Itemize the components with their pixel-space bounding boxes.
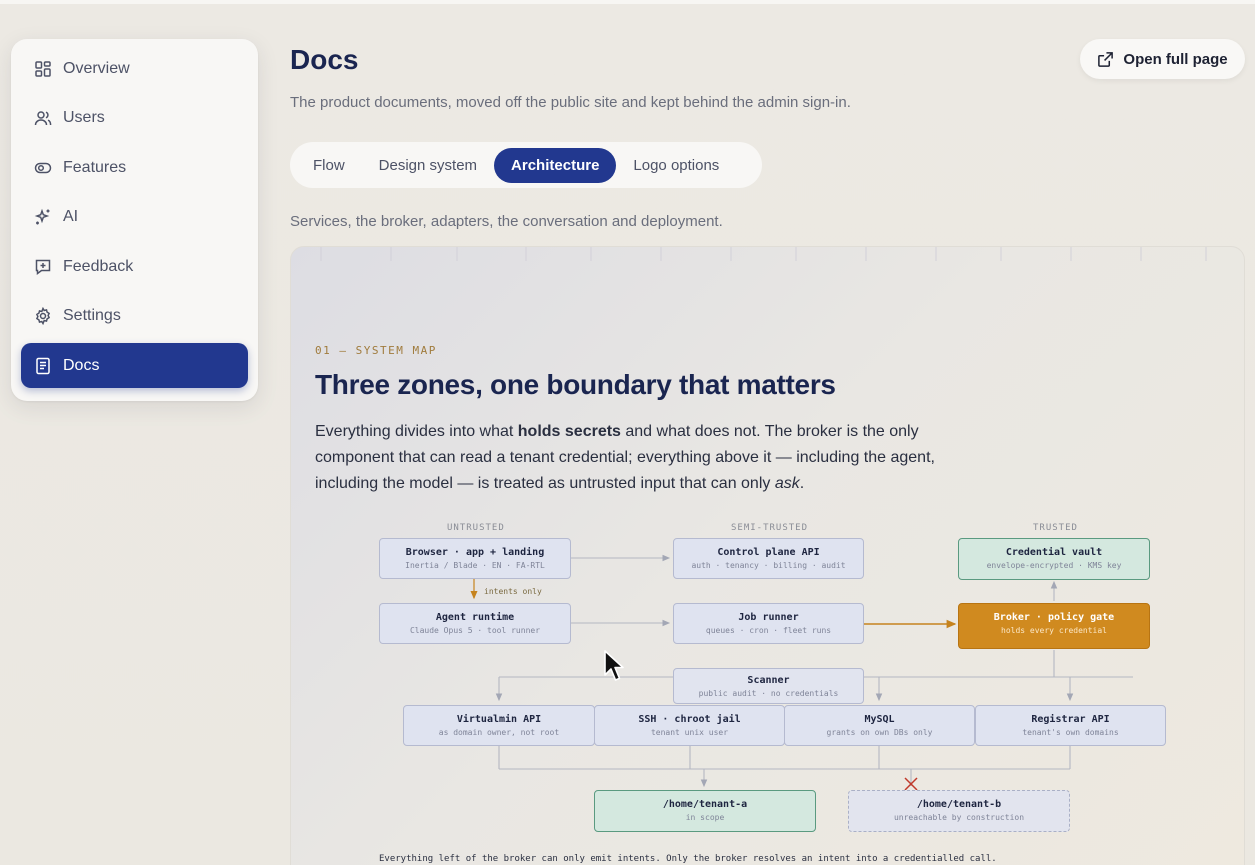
tab-logo-options[interactable]: Logo options: [616, 148, 736, 183]
sidebar-item-label: Features: [63, 158, 127, 176]
sidebar-item-docs[interactable]: Docs: [21, 343, 248, 388]
node-virtualmin-api: Virtualmin API as domain owner, not root: [403, 705, 595, 746]
zone-label-trusted: TRUSTED: [1033, 523, 1078, 533]
zone-label-semi-trusted: SEMI-TRUSTED: [731, 523, 809, 533]
sidebar-item-label: Settings: [63, 307, 121, 324]
node-credential-vault: Credential vault envelope-encrypted · KMS…: [958, 538, 1150, 580]
diagram-footnote: Everything left of the broker can only e…: [379, 854, 997, 864]
node-browser: Browser · app + landing Inertia / Blade ·…: [379, 538, 571, 579]
open-full-page-button[interactable]: Open full page: [1080, 39, 1245, 79]
node-agent-runtime: Agent runtime Claude Opus 5 · tool runner: [379, 603, 571, 644]
sidebar-item-feedback[interactable]: Feedback: [21, 244, 248, 289]
feedback-icon: [34, 258, 52, 276]
tab-architecture[interactable]: Architecture: [494, 147, 617, 183]
sidebar-item-overview[interactable]: Overview: [21, 46, 248, 91]
external-link-icon: [1098, 51, 1114, 67]
users-icon: [34, 109, 52, 127]
sidebar-item-features[interactable]: Features: [21, 145, 248, 190]
sidebar-item-label: Docs: [63, 356, 100, 374]
zone-label-untrusted: UNTRUSTED: [447, 523, 505, 533]
document-icon: [34, 357, 52, 375]
tab-flow[interactable]: Flow: [296, 148, 362, 183]
sidebar-item-label: AI: [63, 208, 79, 225]
sidebar: Overview Users Features AI Feedback Sett…: [11, 39, 258, 401]
window-top-edge: [0, 0, 1255, 4]
grid-icon: [34, 60, 52, 78]
sidebar-item-settings[interactable]: Settings: [21, 294, 248, 339]
page-title: Docs: [290, 44, 359, 75]
sidebar-item-label: Feedback: [63, 257, 134, 275]
sparkle-icon: [34, 208, 52, 226]
edge-label-intents: intents only: [484, 587, 542, 596]
node-scanner: Scanner public audit · no credentials: [673, 668, 864, 704]
node-job-runner: Job runner queues · cron · fleet runs: [673, 603, 864, 644]
sidebar-item-label: Overview: [63, 59, 130, 77]
sidebar-item-ai[interactable]: AI: [21, 195, 248, 240]
open-full-page-label: Open full page: [1123, 50, 1228, 68]
node-tenant-b: /home/tenant-b unreachable by constructio…: [848, 790, 1070, 832]
node-control-plane: Control plane API auth · tenancy · billin…: [673, 538, 864, 579]
node-broker-policy-gate: Broker · policy gate holds every credenti…: [958, 603, 1150, 649]
sidebar-item-users[interactable]: Users: [21, 96, 248, 141]
tab-design-system[interactable]: Design system: [362, 148, 494, 183]
gear-icon: [34, 307, 52, 325]
node-registrar-api: Registrar API tenant's own domains: [975, 705, 1166, 746]
section-subtitle: Services, the broker, adapters, the conv…: [290, 213, 723, 230]
doc-viewer[interactable]: 01 — SYSTEM MAP Three zones, one boundar…: [290, 246, 1245, 865]
doc-tabs: Flow Design system Architecture Logo opt…: [290, 142, 762, 188]
mouse-cursor-icon: [604, 650, 624, 681]
node-tenant-a: /home/tenant-a in scope: [594, 790, 816, 832]
node-ssh-chroot: SSH · chroot jail tenant unix user: [594, 705, 785, 746]
node-mysql: MySQL grants on own DBs only: [784, 705, 975, 746]
sidebar-item-label: Users: [63, 109, 105, 126]
page-subtitle: The product documents, moved off the pub…: [290, 94, 851, 111]
toggle-icon: [34, 159, 52, 177]
